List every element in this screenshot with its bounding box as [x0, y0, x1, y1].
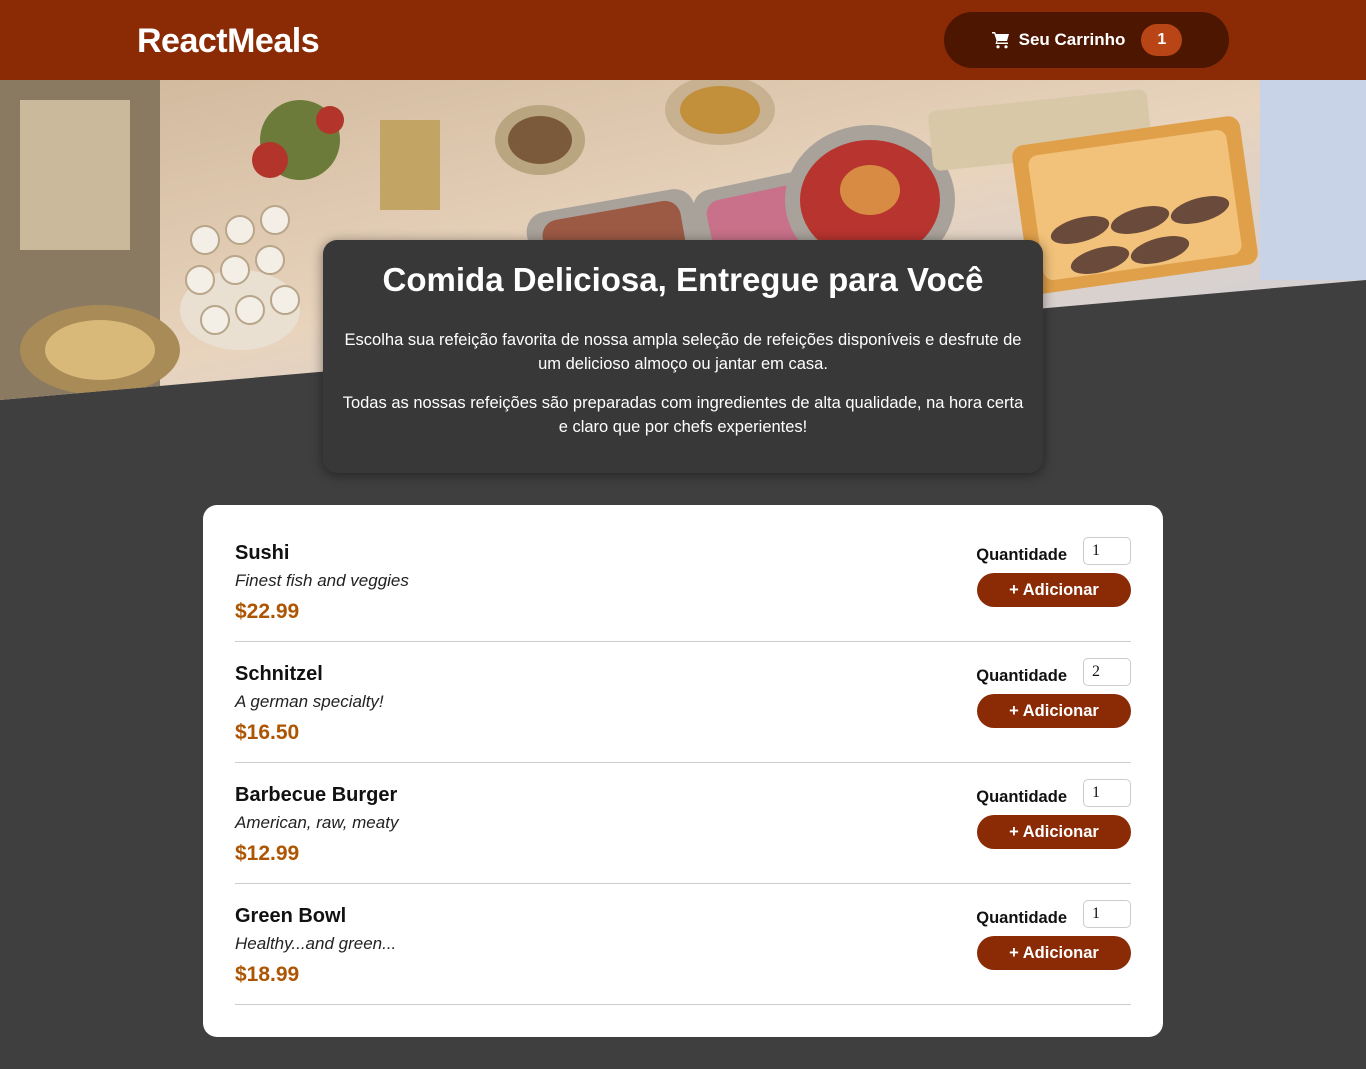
- meal-name: Sushi: [235, 542, 290, 564]
- meal-description: Finest fish and veggies: [235, 571, 409, 590]
- quantity-input[interactable]: [1083, 658, 1131, 686]
- cart-button[interactable]: Seu Carrinho 1: [944, 12, 1229, 68]
- quantity-label: Quantidade: [976, 788, 1067, 806]
- add-to-cart-button[interactable]: + Adicionar: [977, 694, 1131, 728]
- quantity-input[interactable]: [1083, 900, 1131, 928]
- cart-label: Seu Carrinho: [1018, 30, 1126, 49]
- brand-logo-text: ReactMeals: [137, 22, 320, 60]
- add-to-cart-button[interactable]: + Adicionar: [977, 936, 1131, 970]
- add-to-cart-button[interactable]: + Adicionar: [977, 573, 1131, 607]
- meal-price: $18.99: [235, 963, 300, 986]
- meal-description: Healthy...and green...: [235, 934, 397, 953]
- meal-item: Sushi Finest fish and veggies $22.99 Qua…: [235, 521, 1131, 642]
- summary-paragraph-2: Todas as nossas refeições são preparadas…: [342, 394, 1024, 436]
- summary-title: Comida Deliciosa, Entregue para Você: [382, 261, 984, 298]
- cart-count-badge: 1: [1141, 24, 1183, 56]
- summary-card: Comida Deliciosa, Entregue para Você Esc…: [323, 240, 1043, 473]
- quantity-label: Quantidade: [976, 667, 1067, 685]
- meal-description: A german specialty!: [235, 692, 384, 711]
- app-header: ReactMeals Seu Carrinho 1: [0, 0, 1366, 80]
- meal-name: Barbecue Burger: [235, 784, 398, 806]
- summary-paragraph-1: Escolha sua refeição favorita de nossa a…: [344, 331, 1022, 373]
- quantity-input[interactable]: [1083, 537, 1131, 565]
- meal-item: Barbecue Burger American, raw, meaty $12…: [235, 763, 1131, 884]
- meal-item: Green Bowl Healthy...and green... $18.99…: [235, 884, 1131, 1005]
- meal-item: Schnitzel A german specialty! $16.50 Qua…: [235, 642, 1131, 763]
- quantity-input[interactable]: [1083, 779, 1131, 807]
- quantity-label: Quantidade: [976, 546, 1067, 564]
- shopping-cart-icon: [991, 30, 1011, 50]
- quantity-label: Quantidade: [976, 909, 1067, 927]
- meal-price: $12.99: [235, 842, 300, 865]
- meal-price: $22.99: [235, 600, 300, 623]
- meal-description: American, raw, meaty: [235, 813, 399, 832]
- add-to-cart-button[interactable]: + Adicionar: [977, 815, 1131, 849]
- meal-name: Green Bowl: [235, 905, 347, 927]
- meals-list-card: Sushi Finest fish and veggies $22.99 Qua…: [203, 505, 1163, 1037]
- meal-name: Schnitzel: [235, 663, 323, 685]
- meal-price: $16.50: [235, 721, 300, 744]
